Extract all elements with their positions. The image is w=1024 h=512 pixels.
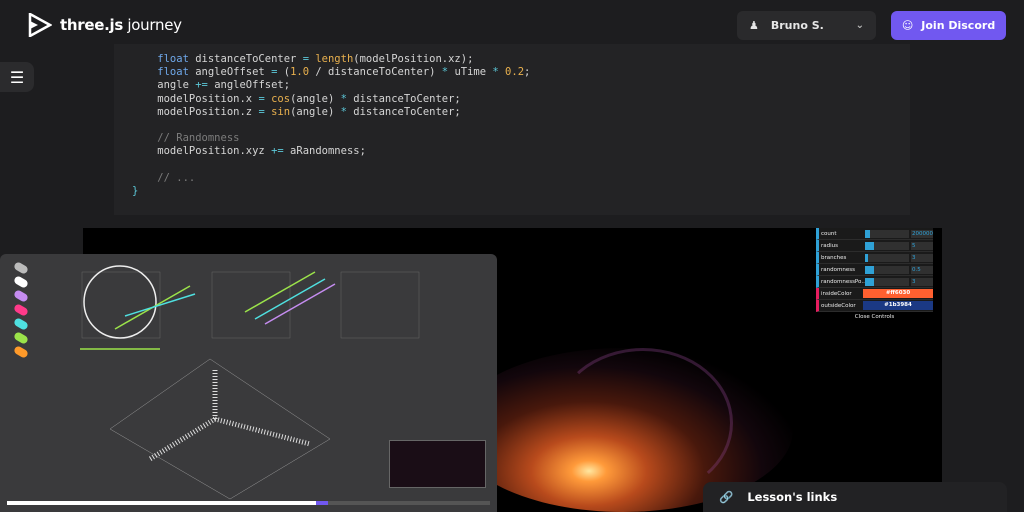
code-token: float xyxy=(132,66,196,79)
join-discord-button[interactable]: ☺ Join Discord xyxy=(891,11,1006,40)
video-progress-bar[interactable] xyxy=(7,501,490,505)
gui-label: insideColor xyxy=(821,290,852,297)
gui-value-input[interactable]: 3 xyxy=(911,277,933,286)
gui-label: randomnessPo... xyxy=(821,278,865,285)
progress-played xyxy=(7,501,317,505)
gui-slider[interactable] xyxy=(865,253,909,262)
gui-label: radius xyxy=(821,242,839,249)
code-token: / distanceToCenter) xyxy=(309,66,442,79)
code-token: (modelPosition.xz); xyxy=(353,53,474,65)
instructor-webcam xyxy=(389,440,486,488)
code-token: } xyxy=(132,185,139,198)
lessons-links-button[interactable]: 🔗 Lesson's links xyxy=(703,482,1007,512)
code-token: float xyxy=(132,53,196,65)
gui-row-outsideColor[interactable]: outsideColor #1b3984 xyxy=(816,300,933,312)
gui-row-randomness[interactable]: randomness 0.5 xyxy=(816,264,933,276)
code-line: } xyxy=(132,185,910,198)
code-token: ; xyxy=(524,66,531,79)
gui-row-radius[interactable]: radius 5 xyxy=(816,240,933,252)
code-token: uTime xyxy=(448,66,493,79)
logo[interactable]: three.js journey xyxy=(28,13,182,37)
code-line: float distanceToCenter = length(modelPos… xyxy=(132,53,910,66)
code-token: modelPosition.z xyxy=(132,105,259,118)
code-line: modelPosition.x = cos(angle) * distanceT… xyxy=(132,93,910,106)
code-line: angle += angleOffset; xyxy=(132,79,910,92)
code-line: modelPosition.z = sin(angle) * distanceT… xyxy=(132,106,910,119)
gui-value-input[interactable]: 3 xyxy=(911,253,933,262)
discord-label: Join Discord xyxy=(921,19,996,32)
code-token: += xyxy=(271,145,284,158)
user-icon: ♟ xyxy=(749,19,759,32)
code-token: distanceToCenter; xyxy=(346,92,461,105)
code-token: angle xyxy=(132,79,196,92)
menu-button[interactable]: ☰ xyxy=(0,62,34,92)
code-token: modelPosition.x xyxy=(132,92,259,105)
gui-label: randomness xyxy=(821,266,855,273)
chevron-down-icon: ⌄ xyxy=(855,20,864,31)
user-menu-button[interactable]: ♟ Bruno S. ⌄ xyxy=(737,11,876,40)
whiteboard-overlay xyxy=(0,254,497,512)
gui-color-swatch[interactable]: #ff6030 xyxy=(863,289,933,298)
hamburger-icon: ☰ xyxy=(9,67,25,87)
code-block: float distanceToCenter = length(modelPos… xyxy=(114,44,910,215)
code-token: (angle) xyxy=(290,92,341,105)
gui-slider[interactable] xyxy=(865,241,909,250)
gui-slider[interactable] xyxy=(865,277,909,286)
code-token: += xyxy=(195,79,208,92)
code-line: // ... xyxy=(132,172,910,185)
gui-slider[interactable] xyxy=(865,265,909,274)
galaxy-arm xyxy=(553,348,733,498)
gui-value-input[interactable]: 5 xyxy=(911,241,933,250)
code-token: // Randomness xyxy=(132,132,240,145)
code-token: sin xyxy=(271,105,291,118)
code-token: 0.2 xyxy=(505,66,525,79)
code-token: distanceToCenter xyxy=(195,53,303,65)
link-icon: 🔗 xyxy=(719,490,734,504)
code-token: length xyxy=(315,53,354,65)
header: three.js journey ♟ Bruno S. ⌄ ☺ Join Dis… xyxy=(0,0,1024,50)
gui-label: branches xyxy=(821,254,847,261)
debug-gui-panel: count 200000 radius 5 branches 3 randomness 0.5… xyxy=(816,228,933,322)
code-token: // ... xyxy=(132,171,196,184)
gui-value-input[interactable]: 0.5 xyxy=(911,265,933,274)
gui-value-input[interactable]: 200000 xyxy=(911,229,933,238)
logo-icon xyxy=(28,13,52,37)
gui-label: count xyxy=(821,230,837,237)
code-token: distanceToCenter; xyxy=(346,105,461,118)
gui-label: outsideColor xyxy=(821,302,856,309)
logo-text: three.js journey xyxy=(60,16,182,34)
code-token: 1.0 xyxy=(290,66,310,79)
code-token: cos xyxy=(271,92,291,105)
code-line: modelPosition.xyz += aRandomness; xyxy=(132,145,910,158)
close-controls-button[interactable]: Close Controls xyxy=(816,312,933,322)
lessons-links-label: Lesson's links xyxy=(747,490,838,504)
gui-row-count[interactable]: count 200000 xyxy=(816,228,933,240)
code-line: // Randomness xyxy=(132,132,910,145)
code-line: float angleOffset = (1.0 / distanceToCen… xyxy=(132,66,910,79)
code-token: modelPosition.xyz xyxy=(132,145,272,158)
code-token: ( xyxy=(277,66,291,79)
code-token: aRandomness; xyxy=(283,145,366,158)
user-name: Bruno S. xyxy=(770,19,824,32)
gui-row-randomnessPo[interactable]: randomnessPo... 3 xyxy=(816,276,933,288)
code-token: angleOffset; xyxy=(207,79,291,92)
gui-color-swatch[interactable]: #1b3984 xyxy=(863,301,933,310)
gui-row-insideColor[interactable]: insideColor #ff6030 xyxy=(816,288,933,300)
code-token: (angle) xyxy=(290,105,341,118)
discord-icon: ☺ xyxy=(901,19,914,32)
code-token: angleOffset xyxy=(195,66,272,79)
gui-row-branches[interactable]: branches 3 xyxy=(816,252,933,264)
gui-slider[interactable] xyxy=(865,229,909,238)
